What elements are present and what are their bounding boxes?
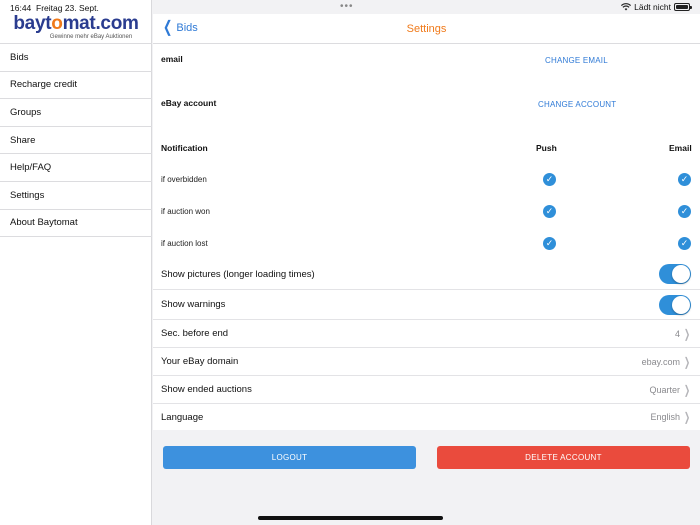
email-label: email bbox=[161, 54, 183, 64]
ebay-domain-label: Your eBay domain bbox=[161, 356, 239, 367]
notification-row-label: if auction lost bbox=[161, 239, 208, 248]
email-won-check-icon[interactable]: ✓ bbox=[678, 205, 691, 218]
sidebar-menu: Bids Recharge credit Groups Share Help/F… bbox=[0, 43, 152, 238]
language-value: English bbox=[650, 412, 680, 422]
show-warnings-row: Show warnings bbox=[153, 289, 700, 319]
sidebar-item-bids[interactable]: Bids bbox=[0, 44, 152, 72]
sec-before-end-row[interactable]: Sec. before end 4 ❯ bbox=[153, 319, 700, 347]
ebay-account-label: eBay account bbox=[161, 98, 217, 108]
show-ended-row[interactable]: Show ended auctions Quarter ❯ bbox=[153, 375, 700, 403]
show-warnings-label: Show warnings bbox=[161, 299, 226, 310]
charging-status: Lädt nicht bbox=[634, 2, 671, 12]
battery-icon bbox=[674, 3, 692, 11]
settings-content: email CHANGE EMAIL eBay account CHANGE A… bbox=[153, 44, 700, 430]
sec-before-end-label: Sec. before end bbox=[161, 328, 229, 339]
push-overbidden-check-icon[interactable]: ✓ bbox=[543, 173, 556, 186]
ebay-domain-value: ebay.com bbox=[641, 356, 680, 367]
home-indicator[interactable] bbox=[258, 516, 443, 520]
change-email-button[interactable]: CHANGE EMAIL bbox=[545, 56, 608, 65]
ebay-domain-row[interactable]: Your eBay domain ebay.com ❯ bbox=[153, 347, 700, 375]
sidebar-item-settings[interactable]: Settings bbox=[0, 182, 152, 210]
email-lost-check-icon[interactable]: ✓ bbox=[678, 237, 691, 250]
show-ended-label: Show ended auctions bbox=[161, 384, 252, 395]
sidebar-item-recharge-credit[interactable]: Recharge credit bbox=[0, 72, 152, 100]
delete-account-button[interactable]: DELETE ACCOUNT bbox=[437, 446, 690, 469]
sec-before-end-value: 4 bbox=[674, 328, 680, 339]
chevron-right-icon: ❯ bbox=[683, 382, 690, 397]
push-lost-check-icon[interactable]: ✓ bbox=[543, 237, 556, 250]
sidebar: baytomat.com Gewinne mehr eBay Auktionen… bbox=[0, 0, 152, 525]
notification-row-label: if auction won bbox=[161, 207, 210, 216]
language-row[interactable]: Language English ❯ bbox=[153, 403, 700, 430]
multitask-dots-icon[interactable]: ••• bbox=[340, 1, 354, 12]
baytomat-logo: baytomat.com Gewinne mehr eBay Auktionen bbox=[0, 14, 152, 44]
chevron-right-icon: ❯ bbox=[683, 326, 690, 341]
language-label: Language bbox=[161, 411, 204, 423]
status-time: 16:44 Freitag 23. Sept. bbox=[10, 3, 99, 13]
show-pictures-label: Show pictures (longer loading times) bbox=[161, 268, 315, 280]
logo-tagline: Gewinne mehr eBay Auktionen bbox=[49, 34, 133, 40]
sidebar-item-about[interactable]: About Baytomat bbox=[0, 210, 152, 238]
show-warnings-toggle[interactable] bbox=[659, 294, 691, 315]
nav-bar: ❮ Bids Settings bbox=[153, 14, 700, 44]
email-overbidden-check-icon[interactable]: ✓ bbox=[678, 173, 691, 186]
notification-header: Notification bbox=[161, 143, 208, 153]
show-ended-value: Quarter bbox=[649, 384, 680, 395]
settings-panel: ❮ Bids Settings email CHANGE EMAIL eBay … bbox=[153, 0, 700, 525]
change-account-button[interactable]: CHANGE ACCOUNT bbox=[538, 100, 616, 109]
chevron-right-icon: ❯ bbox=[683, 354, 690, 369]
sidebar-item-groups[interactable]: Groups bbox=[0, 99, 152, 127]
email-column-header: Email bbox=[669, 143, 692, 153]
wifi-icon bbox=[621, 3, 632, 11]
push-won-check-icon[interactable]: ✓ bbox=[543, 205, 556, 218]
status-bar: 16:44 Freitag 23. Sept. ••• Lädt nicht bbox=[0, 0, 700, 14]
logout-button[interactable]: LOGOUT bbox=[163, 446, 416, 469]
show-pictures-row: Show pictures (longer loading times) bbox=[153, 259, 700, 289]
page-title: Settings bbox=[406, 23, 447, 35]
logo-accent-letter: o bbox=[51, 13, 63, 34]
sidebar-item-help-faq[interactable]: Help/FAQ bbox=[0, 154, 152, 182]
chevron-right-icon: ❯ bbox=[683, 410, 690, 424]
show-pictures-toggle[interactable] bbox=[659, 264, 691, 284]
push-column-header: Push bbox=[536, 143, 557, 153]
notification-row-label: if overbidden bbox=[161, 175, 207, 184]
sidebar-item-share[interactable]: Share bbox=[0, 127, 152, 155]
